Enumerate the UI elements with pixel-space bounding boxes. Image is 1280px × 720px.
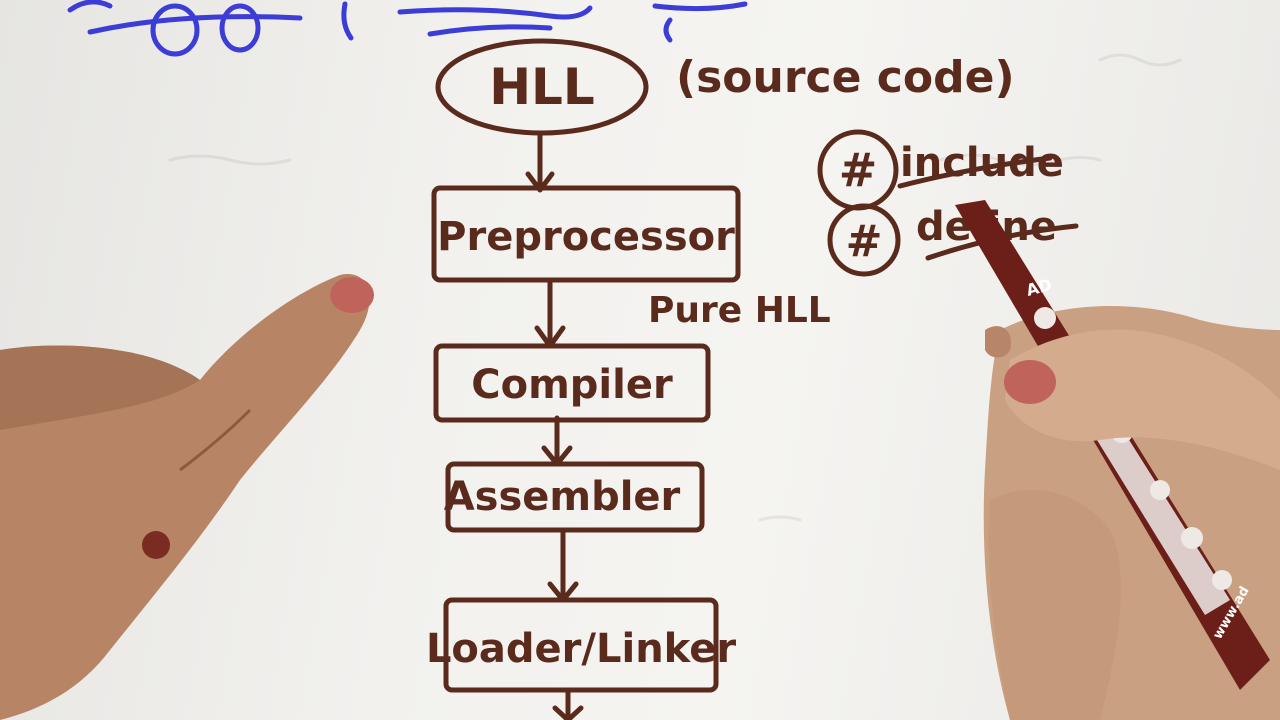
whiteboard-frame: HLL (source code) Preprocessor Pure HLL … <box>0 0 1280 720</box>
arrow-preprocessor-to-compiler <box>534 279 566 349</box>
arrow-hll-to-preprocessor <box>525 131 555 193</box>
source-code-note: (source code) <box>676 52 1015 103</box>
assembler-label: Assembler <box>444 474 681 520</box>
right-hand-with-pen: AD www.ad <box>955 200 1280 720</box>
loader-linker-label: Loader/Linker <box>426 626 736 672</box>
arrow-compiler-to-assembler <box>541 415 573 467</box>
arrow-loader-out <box>552 687 584 720</box>
blue-scribble <box>67 0 748 57</box>
pure-hll-label: Pure HLL <box>648 290 831 331</box>
left-hand <box>0 274 374 720</box>
flowchart-canvas: HLL (source code) Preprocessor Pure HLL … <box>0 0 1280 720</box>
hash-symbol-include: # <box>839 143 878 197</box>
arrow-assembler-to-loader <box>547 527 579 603</box>
include-label: include <box>900 140 1064 186</box>
hll-node-label: HLL <box>489 58 595 116</box>
preprocessor-label: Preprocessor <box>437 214 735 260</box>
hash-symbol-define: # <box>846 216 883 267</box>
compiler-label: Compiler <box>471 362 673 408</box>
